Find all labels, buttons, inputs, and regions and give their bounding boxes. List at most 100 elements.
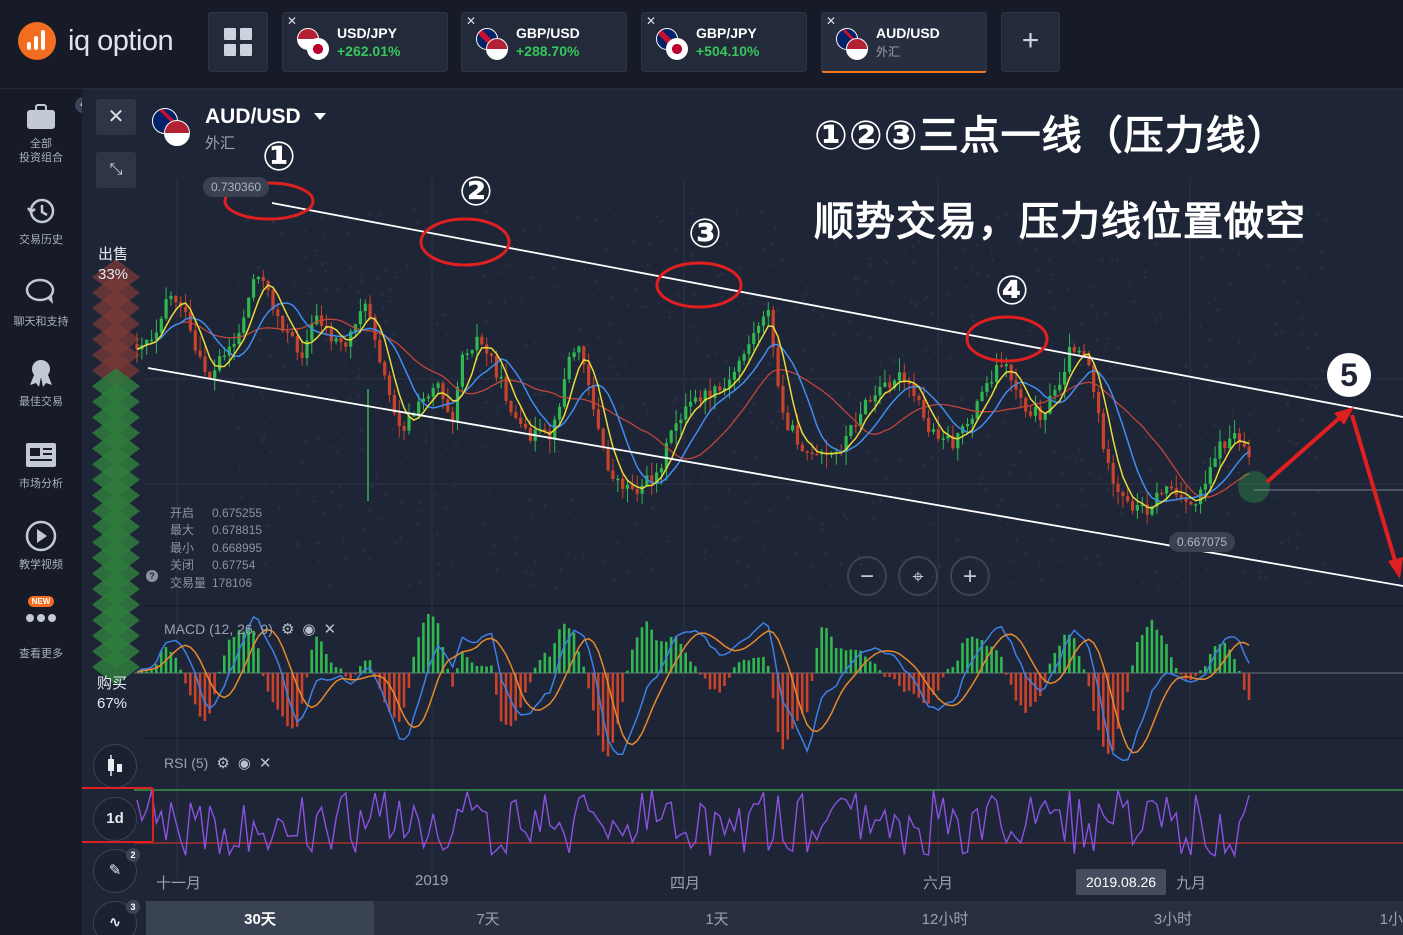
close-icon[interactable]: ✕ xyxy=(826,14,836,28)
crosshair-icon[interactable]: ⌖ xyxy=(898,556,938,596)
map-dot xyxy=(953,539,957,543)
map-dot xyxy=(1295,546,1299,551)
map-dot xyxy=(1299,332,1304,336)
range-1h[interactable]: 1小 xyxy=(1287,901,1403,935)
map-dot xyxy=(776,409,780,413)
apps-grid-button[interactable] xyxy=(208,12,268,72)
range-12h[interactable]: 12小时 xyxy=(831,901,1059,935)
close-icon[interactable]: ✕ xyxy=(259,754,272,772)
point-label-5: 5 xyxy=(1327,353,1371,397)
chevron-down-icon[interactable] xyxy=(314,113,326,120)
map-dot xyxy=(314,249,318,253)
range-3h[interactable]: 3小时 xyxy=(1059,901,1287,935)
history-icon xyxy=(24,195,58,227)
draw-tools-button[interactable]: ✎ 2 xyxy=(93,848,140,893)
sidebar-item-tutorials[interactable]: 教学视频 xyxy=(0,520,82,572)
candle-body xyxy=(1169,486,1173,489)
map-dot xyxy=(776,309,780,314)
map-dot xyxy=(1309,382,1313,387)
map-dot xyxy=(1012,582,1016,586)
sidebar-item-best-trades[interactable]: 最佳交易 xyxy=(0,357,82,409)
candle-body xyxy=(907,382,911,384)
map-dot xyxy=(990,251,994,255)
pencil-icon: ✎ xyxy=(108,862,122,879)
asset-tab-audusd[interactable]: ✕ AUD/USD 外汇 xyxy=(821,12,987,73)
collapse-icon[interactable]: ⤡ xyxy=(96,152,136,188)
map-dot xyxy=(562,354,566,358)
map-dot xyxy=(650,506,655,510)
help-icon[interactable]: ? xyxy=(146,570,158,582)
macd-histogram-bar xyxy=(878,670,882,673)
range-1d[interactable]: 1天 xyxy=(603,901,831,935)
close-chart-button[interactable]: ✕ xyxy=(96,99,136,135)
add-asset-button[interactable]: + xyxy=(1001,12,1060,72)
map-dot xyxy=(821,415,825,419)
map-dot xyxy=(484,401,488,405)
map-dot xyxy=(326,261,330,265)
candle-type-button[interactable] xyxy=(93,744,137,788)
map-dot xyxy=(338,485,342,489)
candle-body xyxy=(917,395,921,400)
zoom-out-button[interactable]: − xyxy=(847,556,887,596)
map-dot xyxy=(1248,414,1252,418)
map-dot xyxy=(1288,438,1292,443)
map-dot xyxy=(398,536,403,540)
range-30d[interactable]: 30天 xyxy=(146,901,374,935)
eye-icon[interactable]: ◉ xyxy=(238,754,251,772)
sidebar-item-market-analysis[interactable]: 市场分析 xyxy=(0,439,82,491)
close-icon[interactable]: ✕ xyxy=(287,14,297,28)
map-dot xyxy=(251,325,255,329)
chart-area[interactable]: ✕ ⤡ AUD/USD 外汇 出售 33% 购买 67% 开启 0.675255 最大… xyxy=(82,89,1403,935)
map-dot xyxy=(1307,346,1311,351)
map-dot xyxy=(808,515,813,520)
zoom-in-button[interactable]: + xyxy=(950,556,990,596)
asset-tab-usdjpy[interactable]: ✕ USD/JPY +262.01% xyxy=(282,12,448,72)
map-dot xyxy=(716,274,721,278)
map-dot xyxy=(1144,435,1148,439)
candle-body xyxy=(591,385,596,410)
candle-body xyxy=(1101,413,1105,449)
map-dot xyxy=(1289,247,1293,251)
range-7d[interactable]: 7天 xyxy=(374,901,602,935)
candle-body xyxy=(970,418,974,425)
sidebar-item-chat[interactable]: 聊天和支持 xyxy=(0,277,82,329)
sidebar-item-history[interactable]: 交易历史 xyxy=(0,195,82,247)
map-dot xyxy=(1079,321,1083,325)
map-dot xyxy=(683,293,687,297)
annotation-circle xyxy=(655,261,743,309)
map-dot xyxy=(1178,423,1183,427)
map-dot xyxy=(259,390,264,394)
gear-icon[interactable]: ⚙ xyxy=(216,754,229,772)
close-icon[interactable]: ✕ xyxy=(323,620,336,638)
candle-body xyxy=(1131,501,1135,511)
macd-histogram-bar xyxy=(431,616,435,673)
map-dot xyxy=(1259,576,1263,580)
indicators-button[interactable]: ∿ 3 xyxy=(93,900,140,935)
medal-icon xyxy=(24,357,58,389)
map-dot xyxy=(883,258,887,262)
map-dot xyxy=(1110,258,1114,262)
map-dot xyxy=(483,446,487,450)
asset-selector[interactable]: AUD/USD xyxy=(205,105,301,129)
candle-body xyxy=(193,330,197,351)
map-dot xyxy=(533,560,537,565)
candle-body xyxy=(931,429,936,432)
map-dot xyxy=(357,374,361,378)
sidebar-item-more[interactable]: NEW 查看更多 xyxy=(0,595,82,661)
asset-tab-gbpusd[interactable]: ✕ GBP/USD +288.70% xyxy=(461,12,627,72)
asset-tab-gbpjpy[interactable]: ✕ GBP/JPY +504.10% xyxy=(641,12,807,72)
map-dot xyxy=(869,263,873,267)
logo[interactable]: iq option xyxy=(18,22,174,60)
map-dot xyxy=(1142,581,1146,585)
eye-icon[interactable]: ◉ xyxy=(302,620,315,638)
macd-histogram-bar xyxy=(538,660,542,673)
close-icon[interactable]: ✕ xyxy=(466,14,476,28)
close-icon[interactable]: ✕ xyxy=(646,14,656,28)
gear-icon[interactable]: ⚙ xyxy=(281,620,294,638)
map-dot xyxy=(642,401,646,405)
map-dot xyxy=(443,507,448,511)
map-dot xyxy=(1036,394,1040,398)
candle-body xyxy=(1223,441,1227,449)
candle-body xyxy=(800,444,804,452)
sidebar-item-portfolio[interactable]: 4 全部 投资组合 xyxy=(0,97,91,165)
